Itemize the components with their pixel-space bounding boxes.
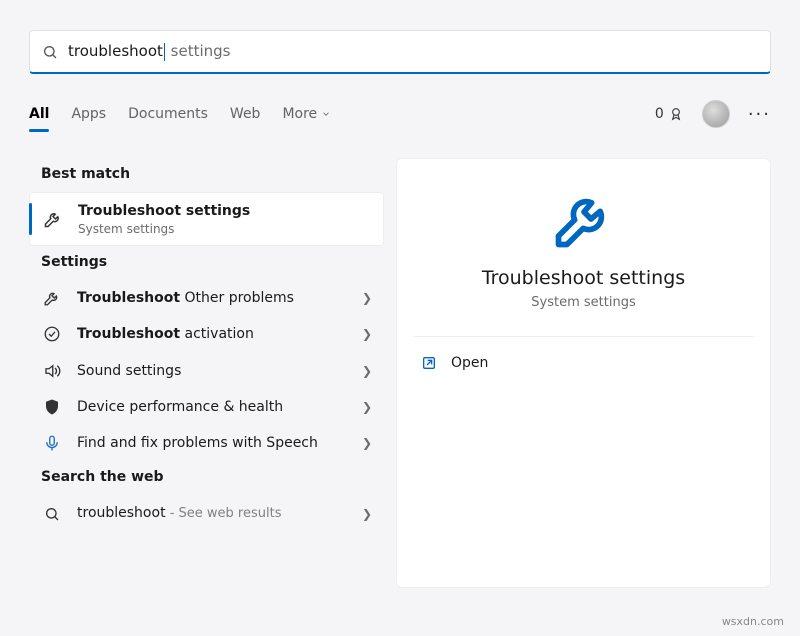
detail-title: Troubleshoot settings: [482, 267, 685, 289]
mic-icon: [41, 434, 63, 452]
result-title-bold: Troubleshoot: [77, 326, 180, 342]
results-panel: Best match Troubleshoot settings System …: [29, 158, 384, 532]
rewards-points-value: 0: [655, 106, 664, 122]
open-action-label: Open: [451, 355, 488, 371]
more-options-button[interactable]: ···: [748, 104, 771, 125]
result-subtitle: System settings: [78, 222, 371, 236]
result-title-rest: Device performance & health: [77, 399, 283, 415]
filter-tabs: All Apps Documents Web More: [29, 100, 331, 128]
tab-web[interactable]: Web: [230, 100, 261, 128]
chevron-right-icon: ❯: [362, 400, 372, 414]
open-external-icon: [421, 355, 437, 371]
web-suffix: - See web results: [166, 506, 282, 521]
detail-subtitle: System settings: [531, 295, 635, 310]
wrench-icon: [41, 289, 63, 307]
search-typed: troubleshoot: [68, 42, 163, 60]
chevron-down-icon: [321, 109, 331, 119]
rewards-points[interactable]: 0: [655, 106, 684, 122]
result-title-rest: Sound settings: [77, 363, 181, 379]
search-text[interactable]: troubleshoot settings: [68, 42, 230, 61]
wrench-icon: [42, 209, 64, 229]
result-text: Troubleshoot settings System settings: [78, 202, 371, 236]
settings-result-device-health[interactable]: Device performance & health ❯: [29, 389, 384, 425]
settings-result-speech[interactable]: Find and fix problems with Speech ❯: [29, 425, 384, 461]
chevron-right-icon: ❯: [362, 327, 372, 341]
tab-all[interactable]: All: [29, 100, 49, 128]
tab-more-label: More: [282, 106, 317, 122]
avatar[interactable]: [702, 100, 730, 128]
filter-row: All Apps Documents Web More 0 ···: [29, 94, 771, 134]
result-title-bold: Troubleshoot: [77, 290, 180, 306]
settings-result-troubleshoot-other[interactable]: Troubleshoot Other problems ❯: [29, 280, 384, 316]
open-action[interactable]: Open: [397, 337, 770, 389]
result-title-rest: Other problems: [180, 290, 294, 306]
section-header-best-match: Best match: [29, 158, 384, 192]
medal-icon: [668, 106, 684, 122]
shield-icon: [41, 398, 63, 416]
section-header-web: Search the web: [29, 461, 384, 495]
web-result[interactable]: troubleshoot - See web results ❯: [29, 495, 384, 532]
chevron-right-icon: ❯: [362, 436, 372, 450]
wrench-icon: [550, 185, 618, 253]
chevron-right-icon: ❯: [362, 364, 372, 378]
result-title-rest: activation: [180, 326, 254, 342]
chevron-right-icon: ❯: [362, 291, 372, 305]
search-bar[interactable]: troubleshoot settings: [29, 30, 771, 74]
settings-result-activation[interactable]: Troubleshoot activation ❯: [29, 316, 384, 352]
chevron-right-icon: ❯: [362, 507, 372, 521]
search-icon: [41, 506, 63, 522]
detail-panel: Troubleshoot settings System settings Op…: [396, 158, 771, 588]
text-caret: [164, 43, 165, 61]
tab-more[interactable]: More: [282, 100, 331, 128]
watermark: wsxdn.com: [722, 615, 784, 628]
section-header-settings: Settings: [29, 246, 384, 280]
tab-documents[interactable]: Documents: [128, 100, 208, 128]
best-match-result[interactable]: Troubleshoot settings System settings: [29, 192, 384, 246]
settings-result-sound[interactable]: Sound settings ❯: [29, 353, 384, 389]
result-title-rest: Find and fix problems with Speech: [77, 435, 318, 451]
result-title: Troubleshoot settings: [78, 203, 250, 219]
search-icon: [42, 44, 58, 60]
search-suggestion-suffix: settings: [166, 42, 231, 60]
speaker-icon: [41, 362, 63, 380]
check-circle-icon: [41, 325, 63, 343]
web-query: troubleshoot: [77, 505, 166, 521]
tab-apps[interactable]: Apps: [71, 100, 106, 128]
